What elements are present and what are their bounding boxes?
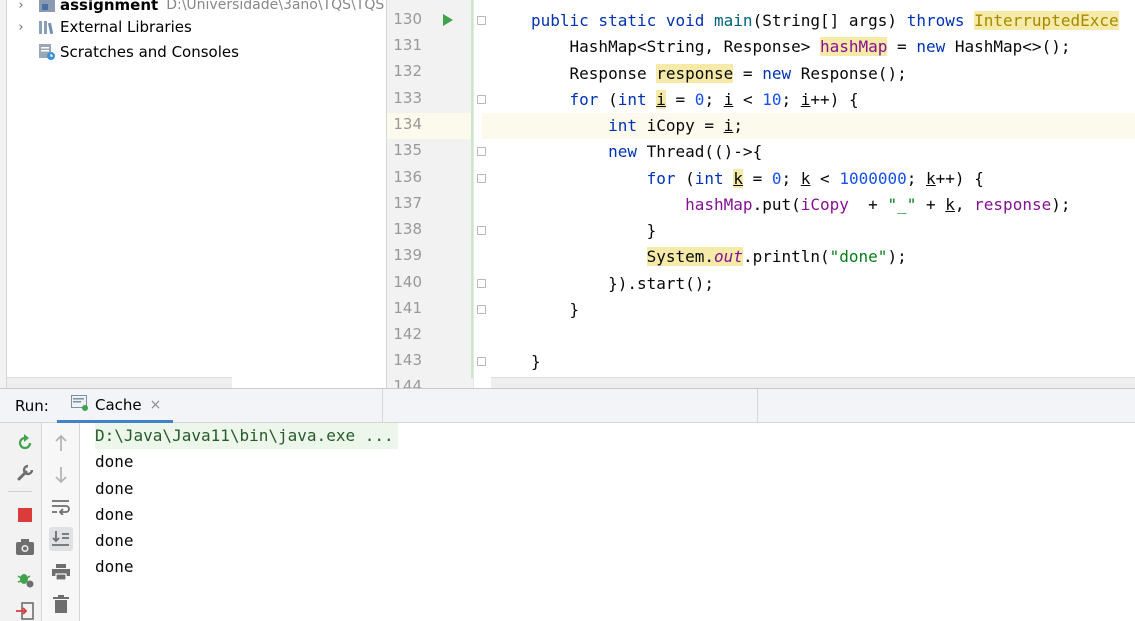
tree-item-label: Scratches and Consoles bbox=[60, 43, 239, 61]
code-line-136[interactable]: for (int k = 0; k < 1000000; k++) { bbox=[531, 166, 984, 192]
line-number: 138 bbox=[393, 220, 422, 238]
console-output[interactable]: D:\Java\Java11\bin\java.exe ... done don… bbox=[81, 423, 1135, 621]
code-line-143[interactable]: } bbox=[531, 349, 541, 375]
wrench-icon[interactable] bbox=[13, 461, 37, 485]
left-tool-strip bbox=[0, 0, 7, 388]
close-icon[interactable]: × bbox=[150, 397, 162, 413]
scroll-to-end-icon[interactable] bbox=[49, 527, 73, 551]
line-number: 143 bbox=[393, 351, 422, 369]
header-divider bbox=[382, 389, 383, 423]
fold-marker[interactable] bbox=[477, 357, 486, 366]
header-divider bbox=[757, 389, 758, 423]
run-tab-cache[interactable]: Cache × bbox=[57, 389, 173, 423]
code-line-139[interactable]: System.out.println("done"); bbox=[531, 244, 907, 270]
console-command-line: D:\Java\Java11\bin\java.exe ... bbox=[95, 423, 398, 449]
toolbar-divider bbox=[8, 491, 32, 492]
scratches-icon bbox=[38, 44, 56, 60]
fold-marker[interactable] bbox=[477, 16, 486, 25]
tree-item-label: External Libraries bbox=[60, 18, 192, 36]
line-number: 130 bbox=[393, 10, 422, 28]
code-line-132[interactable]: Response response = new Response(); bbox=[531, 61, 907, 87]
import-icon[interactable] bbox=[13, 599, 37, 621]
code-line-140[interactable]: }).start(); bbox=[531, 271, 714, 297]
line-number: 141 bbox=[393, 299, 422, 317]
tree-item-external-libraries[interactable]: › External Libraries bbox=[14, 15, 192, 39]
tree-item-label: assignment bbox=[60, 0, 159, 14]
line-number: 132 bbox=[393, 62, 422, 80]
line-number: 144 bbox=[393, 377, 422, 388]
libraries-icon bbox=[38, 19, 56, 35]
code-line-134[interactable]: int iCopy = i; bbox=[531, 113, 743, 139]
fold-marker[interactable] bbox=[477, 279, 486, 288]
line-number: 142 bbox=[393, 325, 422, 343]
run-tool-window-header: Run: Cache × bbox=[0, 388, 1135, 423]
code-line-133[interactable]: for (int i = 0; i < 10; i++) { bbox=[531, 87, 859, 113]
editor-horizontal-scrollbar[interactable] bbox=[491, 377, 1135, 388]
stop-icon[interactable] bbox=[13, 503, 37, 527]
console-line: done bbox=[95, 557, 134, 576]
project-horizontal-scrollbar[interactable] bbox=[7, 377, 232, 388]
tree-item-scratches[interactable]: Scratches and Consoles bbox=[14, 40, 239, 64]
current-line-highlight bbox=[387, 113, 1135, 139]
fold-marker[interactable] bbox=[477, 147, 486, 156]
tree-item-path: D:\Universidade\3ano\TQS\TQS bbox=[166, 0, 385, 13]
line-number: 136 bbox=[393, 168, 422, 186]
down-arrow-icon[interactable] bbox=[49, 463, 73, 487]
rerun-icon[interactable] bbox=[13, 431, 37, 455]
code-line-131[interactable]: HashMap<String, Response> hashMap = new … bbox=[531, 34, 1070, 60]
console-line: done bbox=[95, 479, 134, 498]
console-line: done bbox=[95, 505, 134, 524]
soft-wrap-icon[interactable] bbox=[49, 495, 73, 519]
code-line-135[interactable]: new Thread(()->{ bbox=[531, 139, 762, 165]
bug-settings-icon[interactable] bbox=[13, 567, 37, 591]
line-number: 131 bbox=[393, 36, 422, 54]
line-number: 134 bbox=[393, 115, 422, 133]
run-toolbar-primary bbox=[0, 423, 42, 621]
run-main-icon[interactable] bbox=[443, 14, 453, 26]
chevron-right-icon[interactable]: › bbox=[14, 0, 28, 13]
console-tab-icon bbox=[71, 394, 89, 415]
fold-marker[interactable] bbox=[477, 305, 486, 314]
run-label: Run: bbox=[15, 397, 49, 415]
fold-marker[interactable] bbox=[477, 95, 486, 104]
console-line: done bbox=[95, 531, 134, 550]
code-editor[interactable]: 130 131 132 133 134 135 136 137 138 139 … bbox=[386, 0, 1135, 388]
line-number: 139 bbox=[393, 246, 422, 264]
up-arrow-icon[interactable] bbox=[49, 431, 73, 455]
code-line-130[interactable]: public static void main(String[] args) t… bbox=[531, 8, 1119, 34]
run-toolbar-secondary bbox=[42, 423, 80, 621]
line-number: 140 bbox=[393, 273, 422, 291]
code-line-141[interactable]: } bbox=[531, 297, 580, 323]
fold-gutter bbox=[473, 0, 482, 388]
line-number: 135 bbox=[393, 141, 422, 159]
code-line-137[interactable]: hashMap.put(iCopy + "_" + k, response); bbox=[531, 192, 1070, 218]
project-tree-panel: › assignment D:\Universidade\3ano\TQS\TQ… bbox=[0, 0, 386, 388]
chevron-right-icon[interactable]: › bbox=[14, 20, 28, 35]
run-tab-title: Cache bbox=[95, 395, 142, 414]
camera-icon[interactable] bbox=[13, 535, 37, 559]
code-line-138[interactable]: } bbox=[531, 218, 657, 244]
print-icon[interactable] bbox=[49, 560, 73, 584]
fold-marker[interactable] bbox=[477, 174, 486, 183]
trash-icon[interactable] bbox=[49, 592, 73, 616]
fold-marker[interactable] bbox=[477, 226, 486, 235]
line-number: 133 bbox=[393, 89, 422, 107]
line-number: 137 bbox=[393, 194, 422, 212]
module-folder-icon bbox=[38, 0, 56, 13]
console-line: done bbox=[95, 452, 134, 471]
